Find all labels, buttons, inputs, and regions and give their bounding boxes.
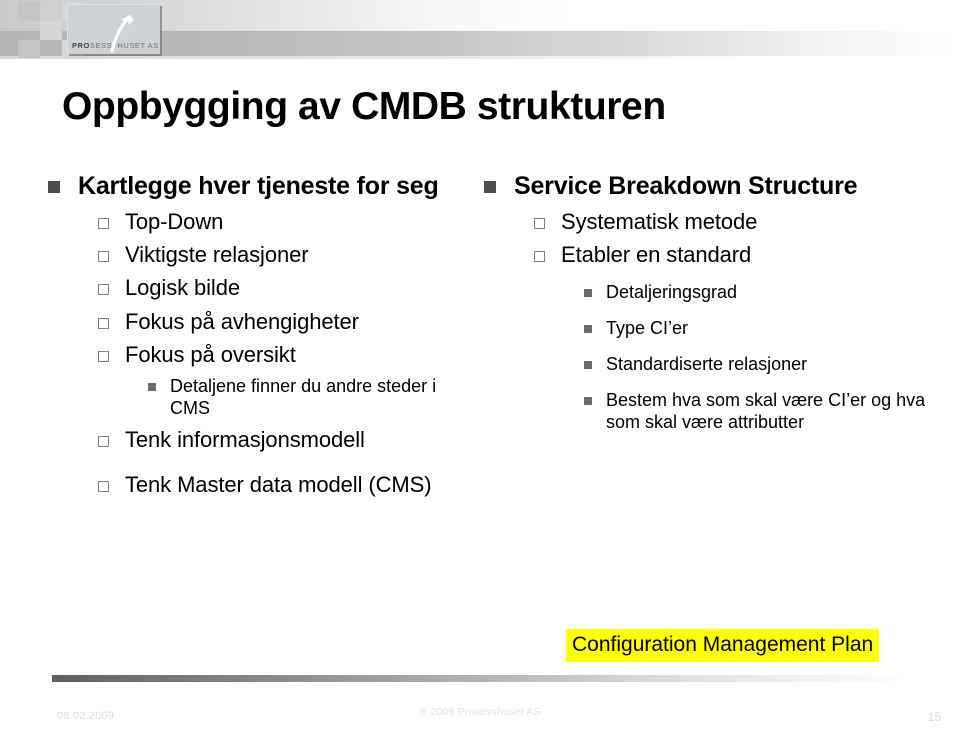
left-content-column: Kartlegge hver tjeneste for seg Top-Down…	[48, 172, 478, 498]
header-bottom-edge	[0, 56, 960, 59]
bullet-level3: Type CI’er	[584, 318, 932, 340]
bullet-level2: Viktigste relasjoner	[98, 242, 478, 268]
small-filled-square-bullet-icon	[148, 383, 156, 392]
bullet-label: Type CI’er	[606, 318, 689, 339]
bullet-label: Tenk Master data modell (CMS)	[125, 471, 432, 497]
company-logo: PROSESS HUSET AS	[67, 4, 160, 54]
bullet-label: Detaljeringsgrad	[606, 282, 738, 303]
filled-square-bullet-icon	[484, 181, 496, 193]
bullet-label: Logisk bilde	[125, 275, 240, 301]
checker-square	[40, 21, 62, 40]
bullet-label: Viktigste relasjoner	[125, 241, 309, 267]
bullet-label: Kartlegge hver tjeneste for seg	[78, 172, 439, 200]
bullet-level1: Kartlegge hver tjeneste for seg	[48, 172, 478, 202]
bullet-label: Service Breakdown Structure	[514, 172, 858, 200]
checker-square	[18, 2, 40, 21]
hollow-square-bullet-icon	[98, 250, 109, 262]
bullet-level2: Systematisk metode	[534, 209, 932, 235]
logo-wordmark-rest: SESS	[89, 41, 113, 50]
bullet-label: Top-Down	[125, 208, 224, 234]
hollow-square-bullet-icon	[534, 250, 545, 262]
bullet-label: Fokus på oversikt	[125, 342, 296, 368]
bullet-level2: Logisk bilde	[98, 275, 478, 301]
bullet-level2: Tenk informasjonsmodell	[98, 427, 478, 453]
bullet-label: Tenk informasjonsmodell	[125, 427, 365, 453]
hollow-square-bullet-icon	[98, 217, 109, 229]
right-content-column: Service Breakdown Structure Systematisk …	[484, 172, 932, 434]
bullet-level3: Detaljeringsgrad	[584, 282, 932, 304]
footer-copyright: ® 2008 Prosesshuset AS	[419, 706, 541, 718]
small-filled-square-bullet-icon	[584, 361, 592, 370]
small-filled-square-bullet-icon	[584, 289, 592, 298]
footer-divider	[52, 675, 952, 682]
slide-header: PROSESS HUSET AS	[0, 0, 960, 59]
bullet-label: Systematisk metode	[561, 208, 758, 234]
hollow-square-bullet-icon	[534, 217, 545, 229]
highlight-text: Configuration Management Plan	[566, 629, 880, 662]
footer-page-number: 15	[927, 710, 941, 724]
bullet-level3: Standardiserte relasjoner	[584, 354, 932, 376]
hollow-square-bullet-icon	[98, 317, 109, 329]
bullet-level2: Etabler en standard	[534, 242, 932, 268]
checker-square	[40, 2, 62, 21]
bullet-level2: Tenk Master data modell (CMS)	[98, 472, 478, 498]
hollow-square-bullet-icon	[98, 351, 109, 363]
page-title: Oppbygging av CMDB strukturen	[62, 85, 666, 128]
filled-square-bullet-icon	[48, 181, 60, 193]
logo-wordmark-bold: PRO	[72, 41, 90, 50]
bullet-level3: Bestem hva som skal være CI’er og hva so…	[584, 390, 932, 434]
bullet-level1: Service Breakdown Structure	[484, 172, 932, 202]
small-filled-square-bullet-icon	[584, 325, 592, 334]
bullet-level2: Top-Down	[98, 209, 478, 235]
logo-wordmark-second: HUSET AS	[117, 41, 159, 50]
logo-wordmark: PROSESS HUSET AS	[72, 41, 158, 50]
bullet-label: Etabler en standard	[561, 241, 752, 267]
bullet-level2: Fokus på avhengigheter	[98, 309, 478, 335]
small-filled-square-bullet-icon	[584, 397, 592, 406]
bullet-label: Standardiserte relasjoner	[606, 354, 808, 375]
hollow-square-bullet-icon	[98, 480, 109, 492]
bullet-label: Bestem hva som skal være CI’er og hva so…	[606, 390, 926, 433]
bullet-level3: Detaljene finner du andre steder i CMS	[148, 376, 478, 420]
hollow-square-bullet-icon	[98, 284, 109, 296]
bullet-label: Detaljene finner du andre steder i CMS	[170, 376, 437, 419]
bullet-label: Fokus på avhengigheter	[125, 308, 359, 334]
bullet-level2: Fokus på oversikt	[98, 342, 478, 368]
checker-square	[18, 40, 40, 58]
hollow-square-bullet-icon	[98, 436, 109, 448]
highlight-callout: Configuration Management Plan	[566, 629, 880, 662]
